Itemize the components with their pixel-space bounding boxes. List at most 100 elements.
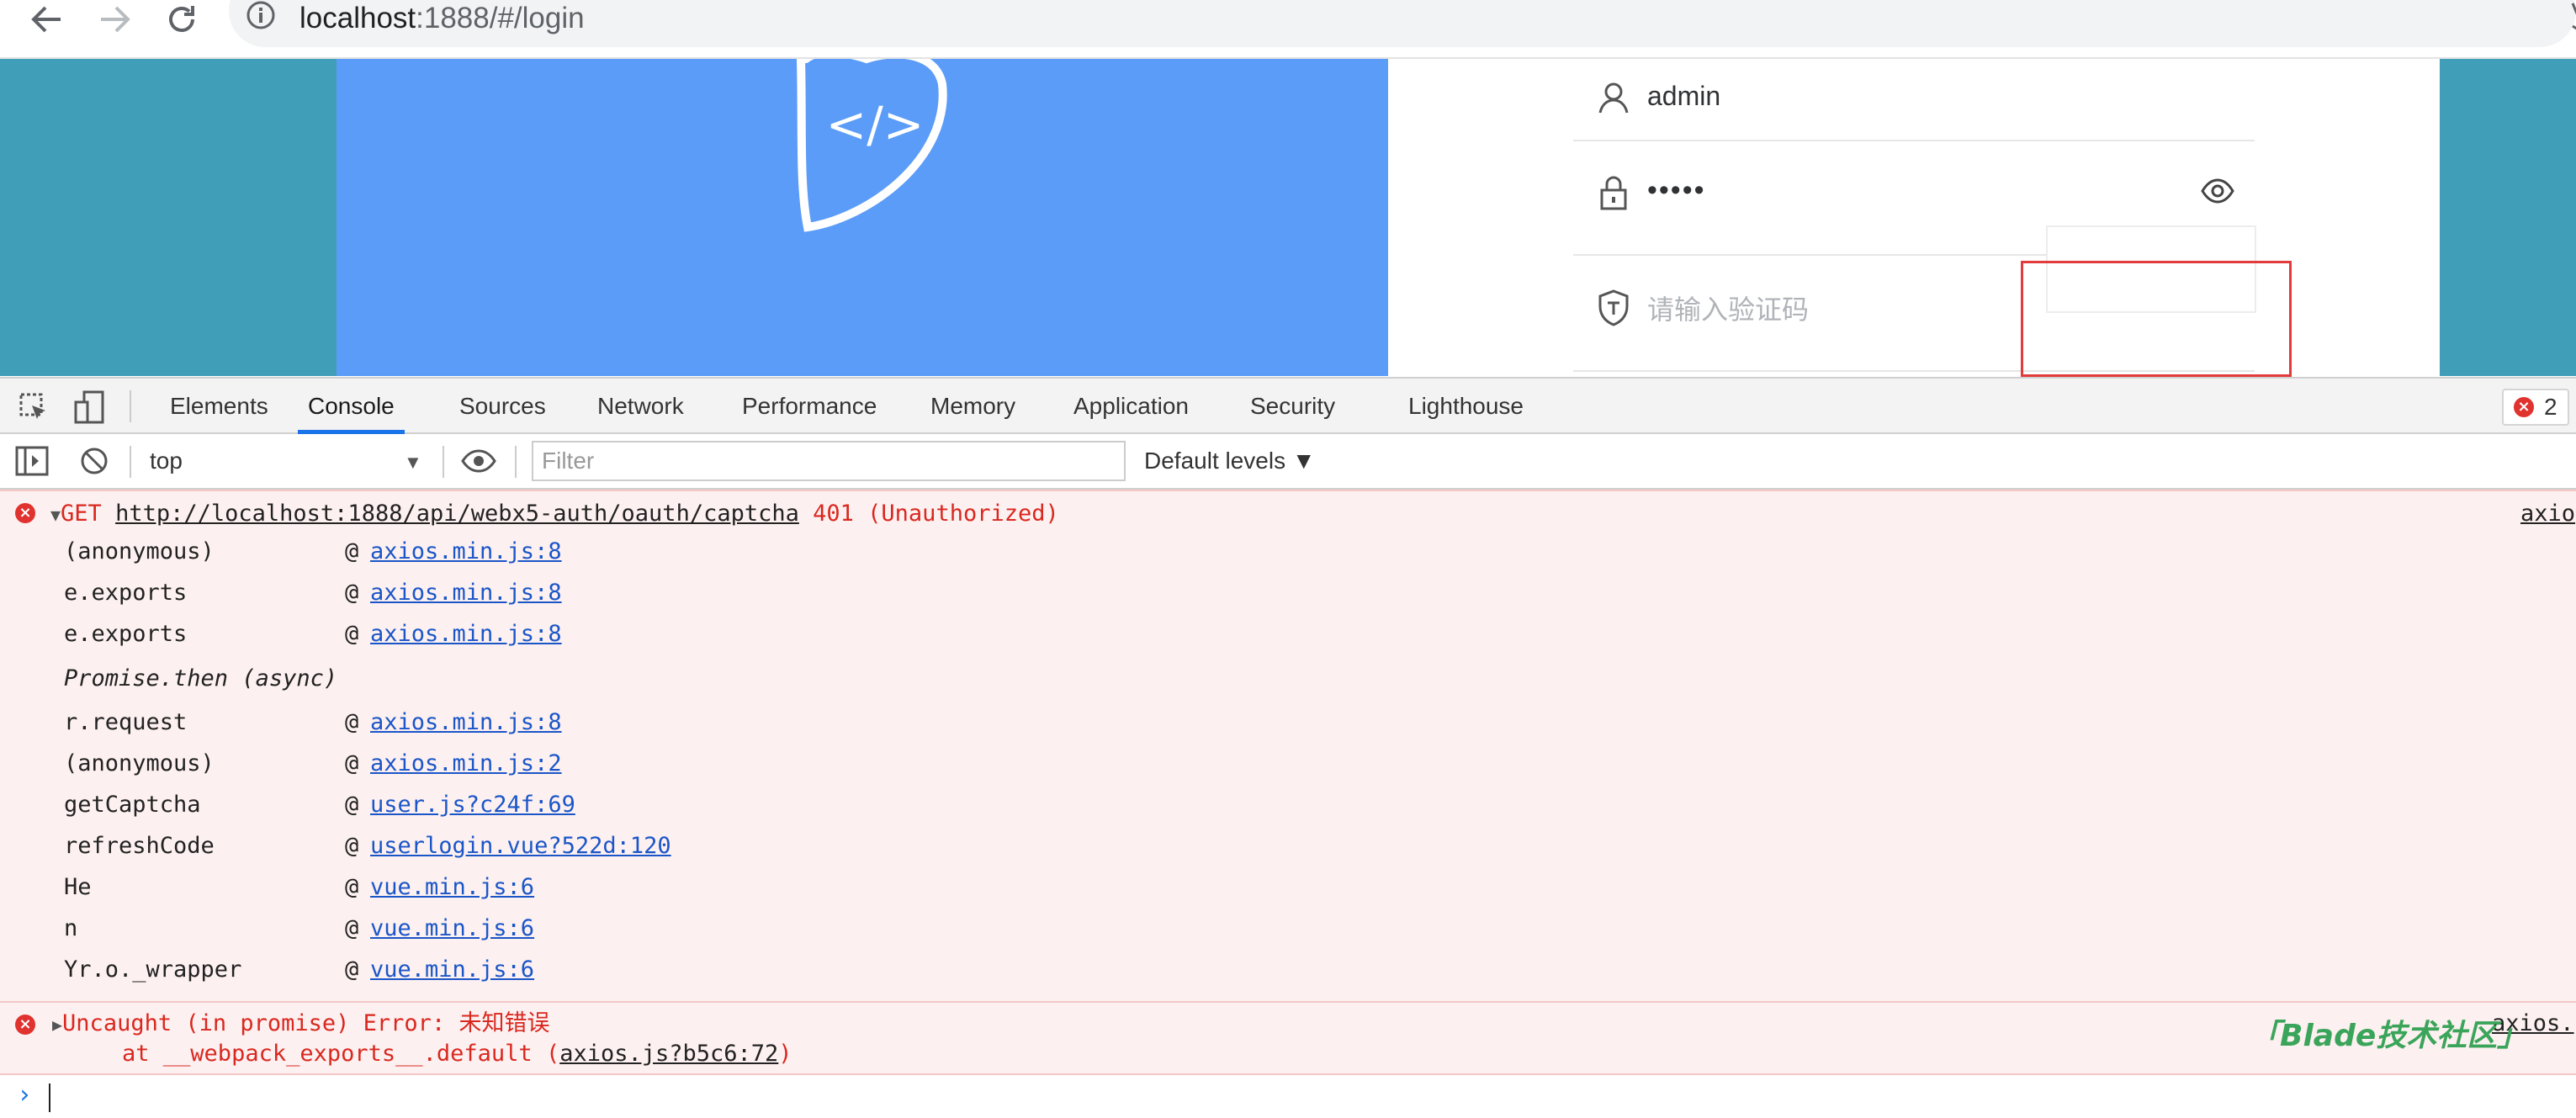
devtools-tab-bar: Elements Console Sources Network Perform… xyxy=(0,377,2576,434)
inspect-element-icon[interactable] xyxy=(19,392,49,422)
error-icon: × xyxy=(15,1015,35,1035)
stack-frame-link[interactable]: user.js?c24f:69 xyxy=(370,791,575,819)
error-stack-link[interactable]: axios.js?b5c6:72 xyxy=(559,1041,778,1067)
request-error-line[interactable]: ▼GET http://localhost:1888/api/webx5-aut… xyxy=(50,500,1059,529)
stack-frame-at: @ xyxy=(345,580,359,606)
error-stack-suffix: ) xyxy=(778,1041,792,1067)
error-stack-prefix: at __webpack_exports__.default ( xyxy=(67,1041,560,1067)
stack-frame-link[interactable]: vue.min.js:6 xyxy=(370,956,534,984)
browser-toolbar: localhost:1888/#/login xyxy=(0,0,2576,59)
stack-frame-link[interactable]: vue.min.js:6 xyxy=(370,873,534,902)
stack-frame-link[interactable]: vue.min.js:6 xyxy=(370,914,534,943)
device-toolbar-icon[interactable] xyxy=(74,390,104,424)
back-button[interactable] xyxy=(22,0,72,39)
stack-frame-fn: He xyxy=(64,874,92,900)
shield-icon xyxy=(1598,289,1629,326)
back-arrow-icon xyxy=(31,6,61,33)
text-cursor xyxy=(49,1084,50,1112)
error-stack-line: at __webpack_exports__.default (axios.js… xyxy=(67,1040,792,1068)
console-error-message: × ▼GET http://localhost:1888/api/webx5-a… xyxy=(0,490,2576,1003)
prompt-chevron-icon: › xyxy=(17,1080,33,1110)
stack-frame-fn: e.exports xyxy=(64,621,188,647)
url-text[interactable]: localhost:1888/#/login xyxy=(299,2,585,35)
watermark: 「Blade技术社区」 xyxy=(2250,1019,2528,1053)
stack-frame-fn: Yr.o._wrapper xyxy=(64,956,242,983)
stack-frame-fn: getCaptcha xyxy=(64,792,201,818)
toolbar-separator xyxy=(443,446,444,478)
stack-frame-at: @ xyxy=(345,915,359,941)
toolbar-separator xyxy=(515,446,517,478)
username-input[interactable]: admin xyxy=(1647,79,1720,113)
tab-elements[interactable]: Elements xyxy=(160,379,278,434)
captcha-input[interactable]: 请输入验证码 xyxy=(1647,293,1809,326)
forward-arrow-icon xyxy=(101,6,130,33)
url-path: :1888/#/login xyxy=(416,2,585,34)
console-prompt[interactable]: › xyxy=(0,1075,2576,1118)
stack-frame-at: @ xyxy=(345,792,359,818)
expand-triangle-icon[interactable]: ▶ xyxy=(52,1015,62,1035)
login-banner: </> xyxy=(337,59,1388,376)
stack-frame-fn: r.request xyxy=(64,709,188,735)
toolbar-separator xyxy=(130,446,131,478)
reload-icon xyxy=(169,6,194,32)
tab-performance[interactable]: Performance xyxy=(732,379,887,434)
context-dropdown-icon[interactable]: ▼ xyxy=(404,446,422,480)
tab-separator xyxy=(130,390,131,422)
stack-frame-link[interactable]: axios.min.js:2 xyxy=(370,750,562,778)
username-field[interactable]: admin xyxy=(1573,59,2255,141)
tab-console[interactable]: Console xyxy=(298,379,405,434)
request-status: 401 (Unauthorized) xyxy=(813,501,1059,527)
forward-button[interactable] xyxy=(89,0,140,39)
tab-memory[interactable]: Memory xyxy=(920,379,1026,434)
show-password-eye-icon[interactable] xyxy=(2201,178,2234,204)
error-count: 2 xyxy=(2544,394,2557,420)
console-toolbar: top ▼ Filter Default levels ▼ xyxy=(0,434,2576,490)
address-bar[interactable]: localhost:1888/#/login xyxy=(229,0,2576,47)
tab-lighthouse[interactable]: Lighthouse xyxy=(1398,379,1534,434)
context-selector[interactable]: top xyxy=(150,444,183,478)
tab-security[interactable]: Security xyxy=(1240,379,1345,434)
stack-frame-fn: (anonymous) xyxy=(64,750,215,776)
live-expression-eye-icon[interactable] xyxy=(461,449,496,473)
logo-icon: </> xyxy=(797,59,947,232)
stack-frame-fn: n xyxy=(64,915,78,941)
error-text: Uncaught (in promise) Error: 未知错误 xyxy=(62,1010,550,1036)
tab-network[interactable]: Network xyxy=(587,379,694,434)
url-host: localhost xyxy=(299,2,416,34)
stack-frame-link[interactable]: userlogin.vue?522d:120 xyxy=(370,832,671,861)
expand-triangle-icon[interactable]: ▼ xyxy=(50,505,61,525)
stack-frame-link[interactable]: axios.min.js:8 xyxy=(370,538,562,566)
request-url[interactable]: http://localhost:1888/api/webx5-auth/oau… xyxy=(115,501,799,527)
request-method: GET xyxy=(61,501,102,527)
clear-console-icon[interactable] xyxy=(79,446,109,476)
user-icon xyxy=(1598,82,1629,114)
reload-button[interactable] xyxy=(156,0,207,39)
captcha-highlight-box xyxy=(2021,261,2292,377)
password-input[interactable]: ••••• xyxy=(1647,173,1706,207)
stack-frame-at: @ xyxy=(345,538,359,564)
stack-frame-at: @ xyxy=(345,874,359,900)
filter-input[interactable]: Filter xyxy=(532,441,1126,481)
uncaught-error-line[interactable]: ▶Uncaught (in promise) Error: 未知错误 xyxy=(52,1009,549,1039)
stack-frame-link[interactable]: axios.min.js:8 xyxy=(370,708,562,737)
bookmark-star-icon[interactable] xyxy=(2556,0,2576,30)
log-levels-dropdown[interactable]: Default levels ▼ xyxy=(1144,444,1316,478)
source-link[interactable]: axio xyxy=(2520,500,2575,528)
stack-frame-fn: refreshCode xyxy=(64,833,215,859)
stack-frame-at: @ xyxy=(345,833,359,859)
lock-icon xyxy=(1600,176,1627,210)
error-icon: × xyxy=(15,503,35,523)
stack-frame-fn: (anonymous) xyxy=(64,538,215,564)
tab-sources[interactable]: Sources xyxy=(449,379,556,434)
stack-frame-at: @ xyxy=(345,750,359,776)
sidebar-toggle-icon[interactable] xyxy=(15,446,49,476)
logo-code-symbol: </> xyxy=(826,96,925,153)
error-count-badge[interactable]: × 2 xyxy=(2502,389,2569,426)
info-icon[interactable] xyxy=(246,0,276,30)
stack-frame-link[interactable]: axios.min.js:8 xyxy=(370,620,562,649)
stack-frame-fn: e.exports xyxy=(64,580,188,606)
tab-application[interactable]: Application xyxy=(1063,379,1199,434)
stack-frame-at: @ xyxy=(345,709,359,735)
stack-frame-at: @ xyxy=(345,621,359,647)
stack-frame-link[interactable]: axios.min.js:8 xyxy=(370,579,562,607)
